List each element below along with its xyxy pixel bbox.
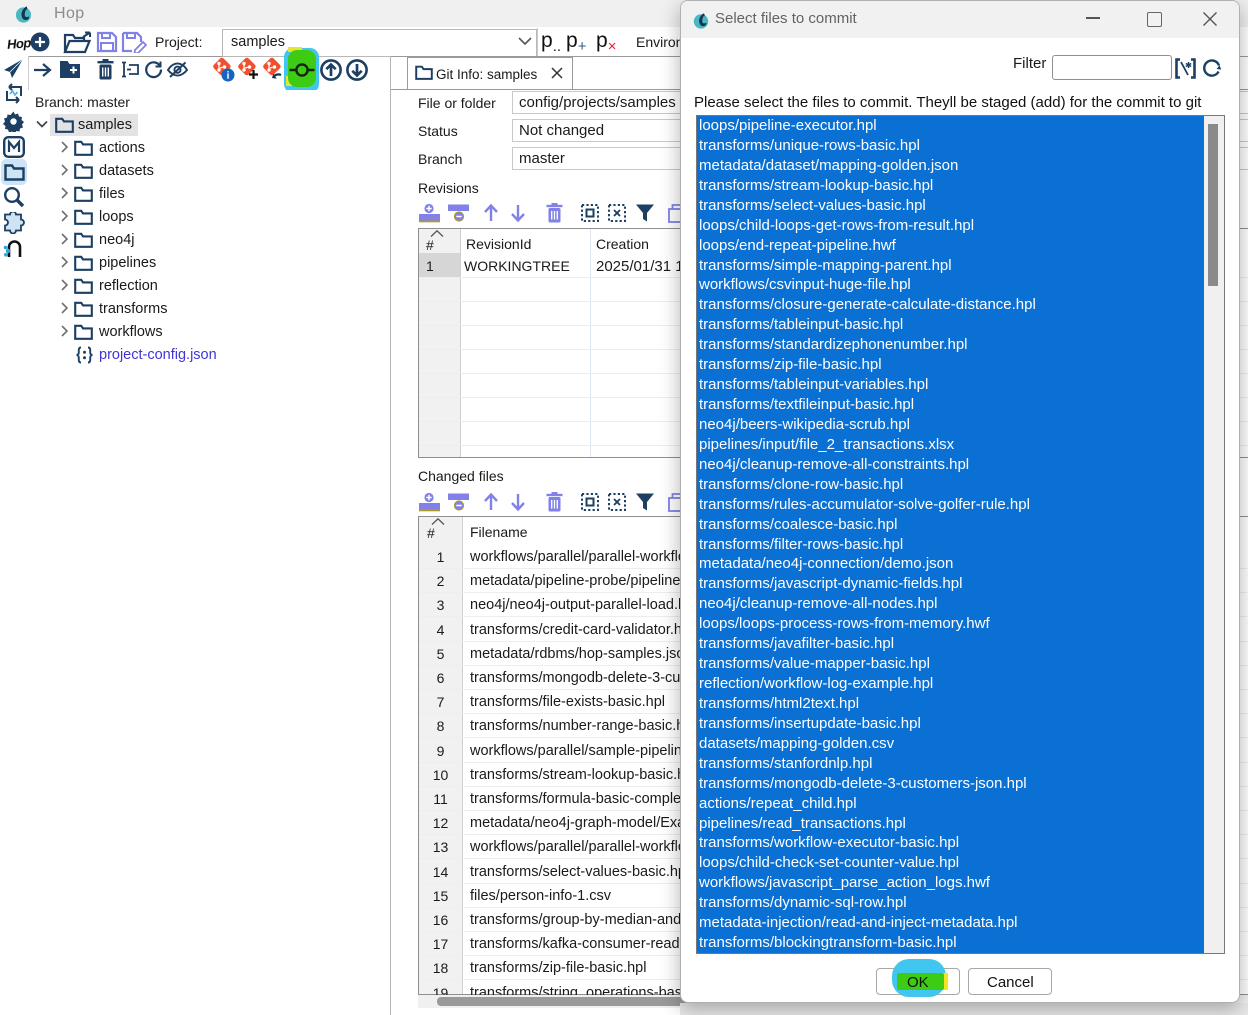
svg-text:i: i [227,71,230,82]
